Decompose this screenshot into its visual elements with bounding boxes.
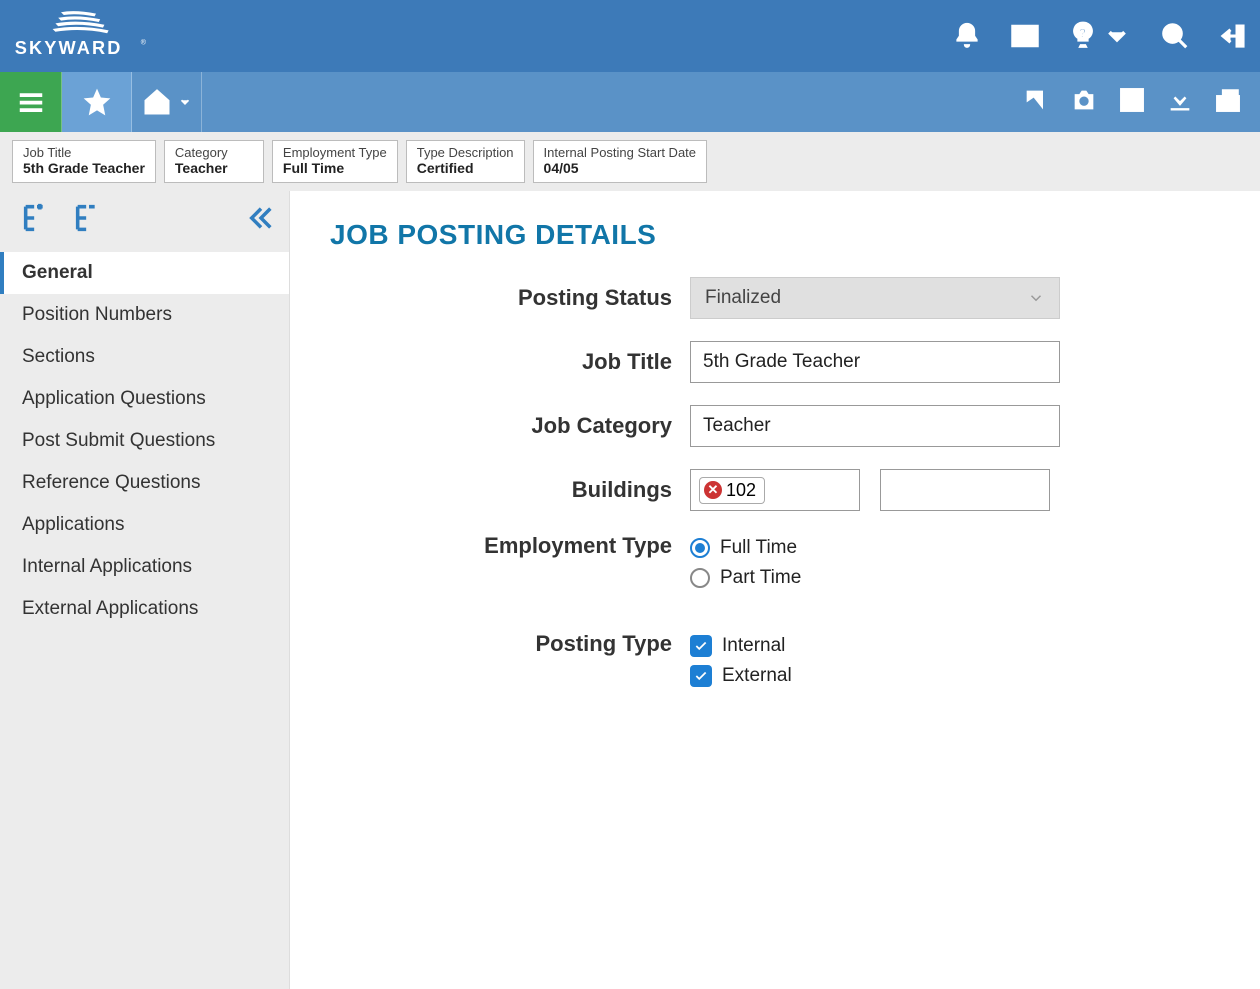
checkbox-label: External: [722, 665, 792, 687]
posting-status-value: Finalized: [705, 287, 781, 309]
radio-icon: [690, 568, 710, 588]
chevron-down-icon: [1027, 289, 1045, 307]
posting-type-internal[interactable]: Internal: [690, 635, 792, 657]
sidebar-item-position-numbers[interactable]: Position Numbers: [0, 294, 289, 336]
breadcrumb-label: Type Description: [417, 145, 514, 160]
sidebar-item-internal-applications[interactable]: Internal Applications: [0, 546, 289, 588]
checkbox-label: Internal: [722, 635, 785, 657]
breadcrumb-label: Job Title: [23, 145, 145, 160]
breadcrumb-card: Internal Posting Start Date 04/05: [533, 140, 707, 183]
breadcrumb-card: Type Description Certified: [406, 140, 525, 183]
menu-button[interactable]: [0, 72, 62, 132]
help-icon[interactable]: ?: [1068, 21, 1132, 51]
sidebar-item-application-questions[interactable]: Application Questions: [0, 378, 289, 420]
radio-label: Part Time: [720, 567, 801, 589]
home-button[interactable]: [132, 72, 202, 132]
back-arrow-icon[interactable]: [1022, 86, 1050, 119]
buildings-input-1[interactable]: ✕ 102: [690, 469, 860, 511]
app-header: SKYWARD ® ?: [0, 0, 1260, 72]
job-title-label: Job Title: [330, 349, 690, 375]
sidebar-item-post-submit-questions[interactable]: Post Submit Questions: [0, 420, 289, 462]
toolbar-spacer: [202, 72, 272, 132]
camera-icon[interactable]: [1070, 86, 1098, 119]
toolbar: [0, 72, 1260, 132]
job-category-label: Job Category: [330, 413, 690, 439]
breadcrumb-card: Category Teacher: [164, 140, 264, 183]
search-icon[interactable]: [1160, 21, 1190, 51]
employment-type-part-time[interactable]: Part Time: [690, 567, 801, 589]
svg-text:?: ?: [1079, 26, 1087, 40]
buildings-input-2[interactable]: [880, 469, 1050, 511]
sidebar-item-reference-questions[interactable]: Reference Questions: [0, 462, 289, 504]
posting-status-label: Posting Status: [330, 285, 690, 311]
employment-type-label: Employment Type: [330, 533, 690, 559]
breadcrumb-label: Employment Type: [283, 145, 387, 160]
posting-status-select[interactable]: Finalized: [690, 277, 1060, 319]
content-area: JOB POSTING DETAILS Posting Status Final…: [290, 191, 1260, 989]
collapse-tree-icon[interactable]: [72, 201, 106, 240]
sidebar: General Position Numbers Sections Applic…: [0, 191, 290, 989]
radio-icon: [690, 538, 710, 558]
building-chip[interactable]: ✕ 102: [699, 477, 765, 504]
employment-type-full-time[interactable]: Full Time: [690, 537, 801, 559]
page-title: JOB POSTING DETAILS: [330, 219, 1220, 251]
posting-type-label: Posting Type: [330, 631, 690, 657]
sidebar-item-sections[interactable]: Sections: [0, 336, 289, 378]
resize-icon[interactable]: [1118, 86, 1146, 119]
breadcrumb-label: Category: [175, 145, 253, 160]
checkbox-icon: [690, 635, 712, 657]
breadcrumb-value: Full Time: [283, 160, 387, 176]
breadcrumb-value: Certified: [417, 160, 514, 176]
job-category-input[interactable]: [690, 405, 1060, 447]
favorites-button[interactable]: [62, 72, 132, 132]
sidebar-item-general[interactable]: General: [0, 252, 289, 294]
svg-text:SKYWARD: SKYWARD: [15, 38, 123, 58]
breadcrumb-label: Internal Posting Start Date: [544, 145, 696, 160]
breadcrumb-value: 04/05: [544, 160, 696, 176]
sidebar-nav: General Position Numbers Sections Applic…: [0, 248, 289, 630]
collapse-sidebar-icon[interactable]: [247, 204, 275, 237]
breadcrumb-card: Job Title 5th Grade Teacher: [12, 140, 156, 183]
buildings-label: Buildings: [330, 477, 690, 503]
download-icon[interactable]: [1166, 86, 1194, 119]
sidebar-item-external-applications[interactable]: External Applications: [0, 588, 289, 630]
job-title-input[interactable]: [690, 341, 1060, 383]
remove-chip-icon[interactable]: ✕: [704, 481, 722, 499]
breadcrumb-value: 5th Grade Teacher: [23, 160, 145, 176]
breadcrumb-value: Teacher: [175, 160, 253, 176]
dock-icon[interactable]: [1214, 86, 1242, 119]
brand-logo: SKYWARD ®: [12, 8, 166, 64]
sidebar-item-applications[interactable]: Applications: [0, 504, 289, 546]
posting-type-external[interactable]: External: [690, 665, 792, 687]
radio-label: Full Time: [720, 537, 797, 559]
exit-icon[interactable]: [1218, 21, 1248, 51]
bell-icon[interactable]: [952, 21, 982, 51]
header-icon-group: ?: [952, 21, 1248, 51]
checkbox-icon: [690, 665, 712, 687]
building-chip-value: 102: [726, 480, 756, 501]
svg-text:®: ®: [141, 38, 147, 46]
mail-icon[interactable]: [1010, 21, 1040, 51]
breadcrumb-bar: Job Title 5th Grade Teacher Category Tea…: [0, 132, 1260, 191]
breadcrumb-card: Employment Type Full Time: [272, 140, 398, 183]
expand-tree-icon[interactable]: [20, 201, 54, 240]
